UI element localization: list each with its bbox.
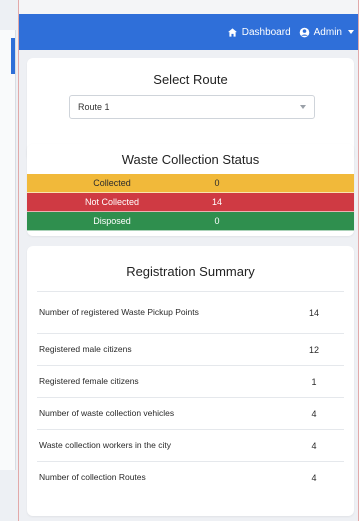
sidebar-edge bbox=[0, 30, 16, 470]
table-row: Number of registered Waste Pickup Points… bbox=[37, 291, 344, 333]
status-value: 0 bbox=[214, 178, 220, 188]
main-content: Dashboard Admin Select Route Route 1 Was… bbox=[18, 0, 359, 521]
row-label: Registered male citizens bbox=[39, 344, 132, 354]
table-row: Waste collection workers in the city 4 bbox=[37, 429, 344, 461]
user-circle-icon bbox=[299, 27, 309, 37]
registration-table: Number of registered Waste Pickup Points… bbox=[37, 291, 344, 493]
status-row-collected: Collected 0 bbox=[27, 174, 354, 193]
row-value: 12 bbox=[308, 344, 319, 355]
row-value: 4 bbox=[311, 472, 317, 483]
dashboard-icon bbox=[227, 27, 237, 37]
status-row-not-collected: Not Collected 14 bbox=[27, 193, 354, 212]
table-row: Registered female citizens 1 bbox=[37, 365, 344, 397]
dashboard-label: Dashboard bbox=[241, 26, 291, 38]
route-select-value: Route 1 bbox=[78, 102, 110, 112]
chevron-down-icon bbox=[300, 105, 306, 109]
row-label: Number of registered Waste Pickup Points bbox=[39, 307, 199, 317]
row-value: 4 bbox=[311, 408, 317, 419]
status-value: 14 bbox=[211, 197, 222, 207]
row-value: 4 bbox=[311, 440, 317, 451]
top-navbar: Dashboard Admin bbox=[19, 14, 358, 50]
status-label: Not Collected bbox=[84, 197, 140, 207]
table-row: Number of collection Routes 4 bbox=[37, 461, 344, 493]
chevron-down-icon bbox=[348, 30, 354, 34]
waste-status-card: Waste Collection Status Collected 0 Not … bbox=[27, 144, 354, 236]
select-route-title: Select Route bbox=[153, 72, 228, 87]
top-spacer bbox=[19, 0, 358, 14]
row-label: Registered female citizens bbox=[39, 376, 139, 386]
dashboard-link[interactable]: Dashboard bbox=[227, 27, 291, 38]
status-label: Collected bbox=[93, 178, 131, 188]
registration-summary-title: Registration Summary bbox=[126, 264, 255, 279]
registration-summary-card: Registration Summary Number of registere… bbox=[27, 246, 354, 516]
sidebar-active-indicator bbox=[11, 38, 15, 74]
row-value: 1 bbox=[311, 376, 317, 387]
row-value: 14 bbox=[308, 307, 319, 318]
table-row: Number of waste collection vehicles 4 bbox=[37, 397, 344, 429]
status-table: Collected 0 Not Collected 14 Disposed 0 bbox=[27, 174, 354, 231]
admin-menu[interactable]: Admin bbox=[299, 27, 354, 38]
status-label: Disposed bbox=[93, 216, 131, 226]
waste-status-title: Waste Collection Status bbox=[121, 152, 260, 167]
admin-label: Admin bbox=[313, 26, 342, 38]
row-label: Number of waste collection vehicles bbox=[39, 408, 175, 418]
row-label: Number of collection Routes bbox=[39, 472, 146, 482]
route-select[interactable]: Route 1 bbox=[69, 95, 315, 119]
status-row-disposed: Disposed 0 bbox=[27, 212, 354, 231]
row-label: Waste collection workers in the city bbox=[39, 440, 171, 450]
table-row: Registered male citizens 12 bbox=[37, 333, 344, 365]
app-frame: Dashboard Admin Select Route Route 1 Was… bbox=[0, 0, 359, 521]
status-value: 0 bbox=[214, 216, 220, 226]
